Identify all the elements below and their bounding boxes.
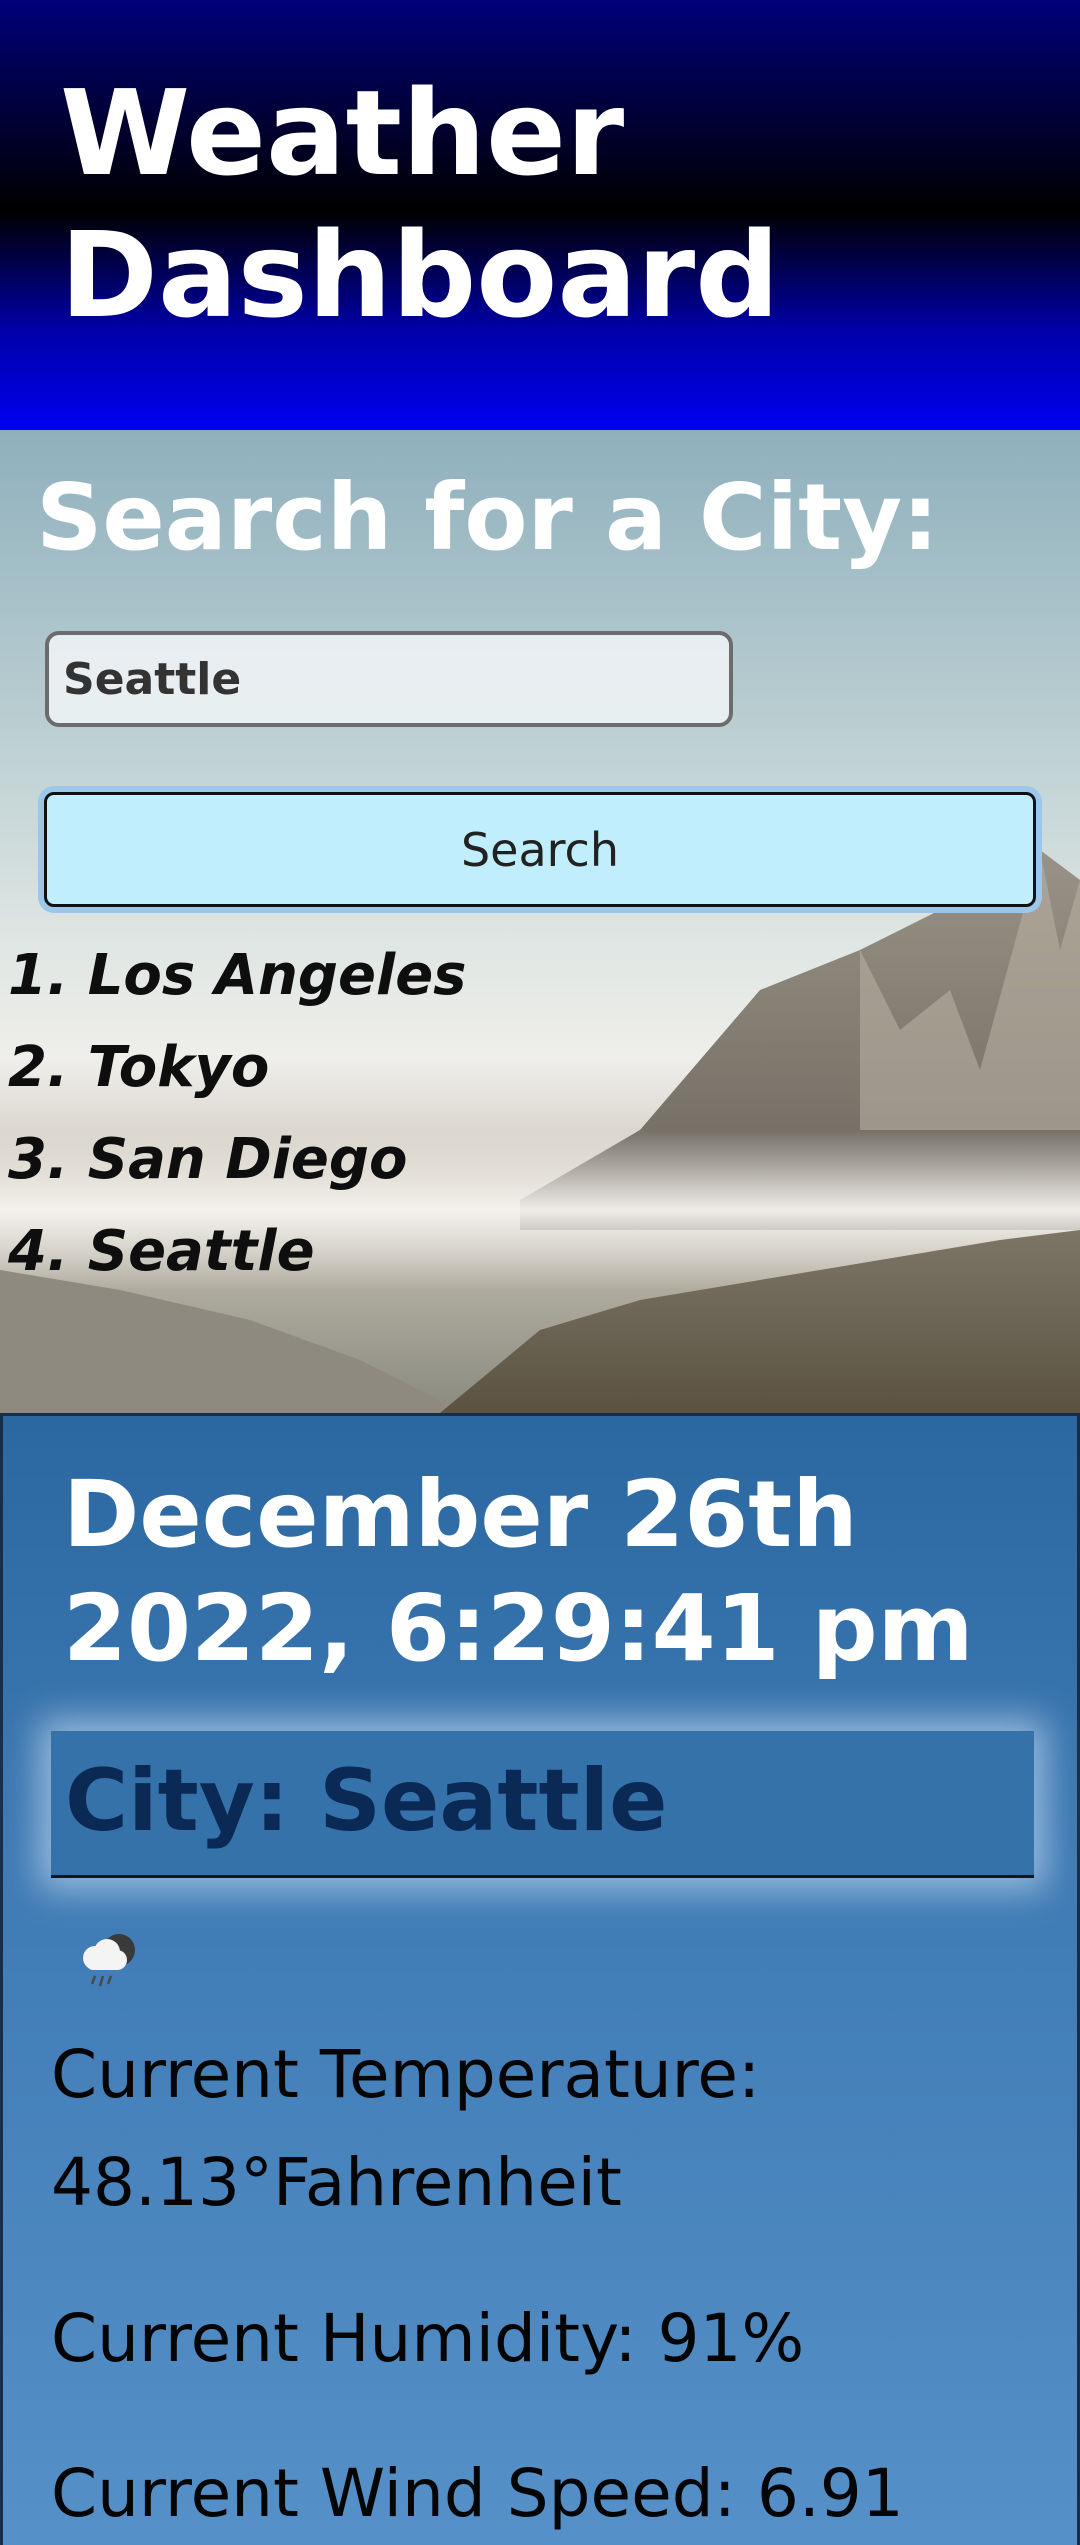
search-section: Search for a City: Search 1. Los Angeles…: [0, 430, 1080, 1413]
current-temperature: Current Temperature: 48.13°Fahrenheit: [51, 2036, 761, 2221]
history-item-san-diego[interactable]: 3. San Diego: [8, 1114, 467, 1206]
cloud-rain-icon: [83, 1934, 135, 1987]
search-history-list: 1. Los Angeles 2. Tokyo 3. San Diego 4. …: [8, 930, 467, 1298]
history-item-seattle[interactable]: 4. Seattle: [8, 1206, 467, 1298]
history-item-tokyo[interactable]: 2. Tokyo: [8, 1022, 467, 1114]
current-wind-speed: Current Wind Speed: 6.91 mph: [51, 2455, 904, 2532]
page-title: Weather Dashboard: [60, 64, 780, 344]
history-item-los-angeles[interactable]: 1. Los Angeles: [8, 930, 467, 1022]
search-button[interactable]: Search: [44, 792, 1036, 907]
city-search-input[interactable]: [45, 631, 733, 727]
search-heading: Search for a City:: [36, 464, 939, 571]
app-header: Weather Dashboard: [0, 0, 1080, 430]
current-weather-card: December 26th 2022, 6:29:41 pm City: Sea…: [0, 1413, 1080, 2545]
city-name-title: City: Seattle: [51, 1731, 1034, 1878]
current-date-time: December 26th 2022, 6:29:41 pm: [63, 1461, 974, 1682]
current-humidity: Current Humidity: 91%: [51, 2300, 805, 2377]
